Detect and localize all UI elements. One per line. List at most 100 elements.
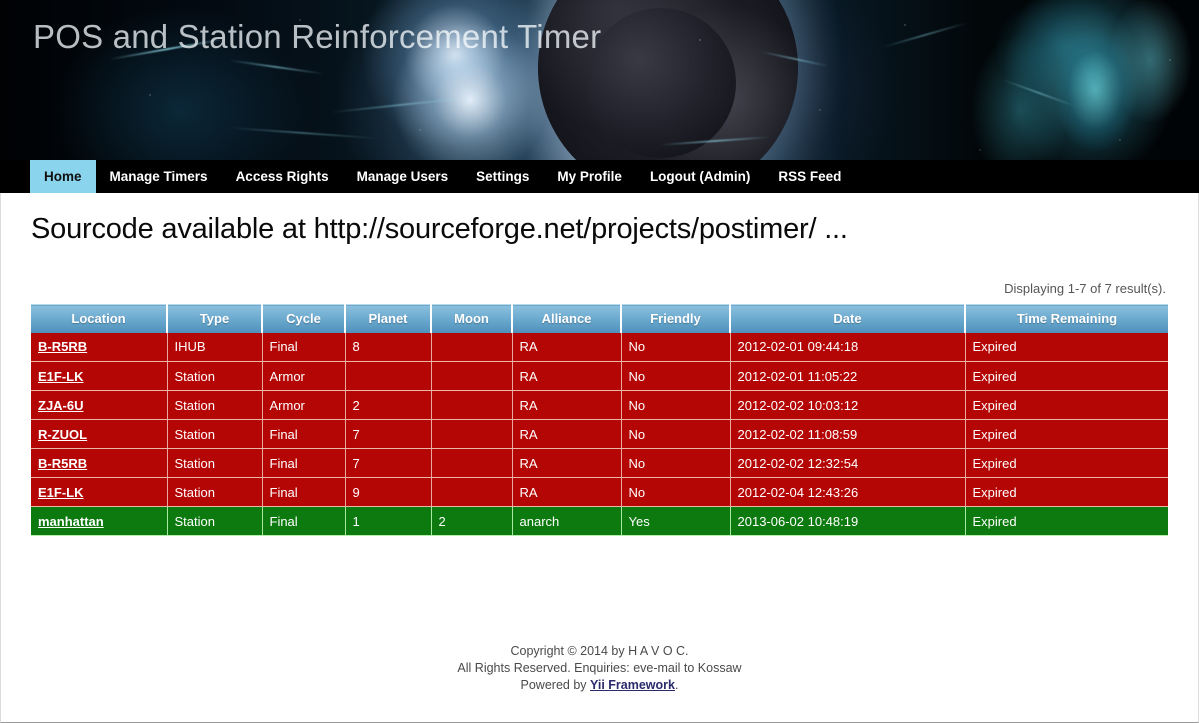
cell-planet: 2: [345, 390, 432, 420]
cell-friendly: No: [621, 390, 731, 420]
cell-planet: 7: [345, 419, 432, 449]
cell-planet: [345, 361, 432, 391]
page-root: POS and Station Reinforcement Timer Home…: [0, 0, 1199, 723]
cell-moon: [431, 361, 513, 391]
column-header-location[interactable]: Location: [31, 304, 168, 333]
cell-moon: [431, 332, 513, 362]
cell-alliance: RA: [512, 477, 622, 507]
cell-alliance: anarch: [512, 506, 622, 536]
cell-planet: 7: [345, 448, 432, 478]
table-row: B-R5RB IHUB Final 8 RA No 2012-02-01 09:44:18 E…: [31, 332, 1168, 362]
cell-alliance: RA: [512, 390, 622, 420]
cell-remaining: Expired: [965, 506, 1168, 536]
nav-item-manage-timers[interactable]: Manage Timers: [96, 160, 222, 193]
yii-framework-link[interactable]: Yii Framework: [590, 678, 675, 692]
cell-friendly: No: [621, 477, 731, 507]
cell-date: 2012-02-01 11:05:22: [730, 361, 966, 391]
nav-item-access-rights[interactable]: Access Rights: [222, 160, 343, 193]
table-row: R-ZUOL Station Final 7 RA No 2012-02-02 11:08:…: [31, 419, 1168, 449]
cell-date: 2012-02-02 11:08:59: [730, 419, 966, 449]
cell-alliance: RA: [512, 448, 622, 478]
column-header-time-remaining[interactable]: Time Remaining: [965, 304, 1168, 333]
column-header-type[interactable]: Type: [167, 304, 263, 333]
column-header-moon[interactable]: Moon: [431, 304, 513, 333]
site-footer: Copyright © 2014 by H A V O C. All Right…: [0, 643, 1199, 694]
cell-friendly: No: [621, 419, 731, 449]
cell-cycle: Armor: [262, 390, 346, 420]
footer-powered-prefix: Powered by: [520, 678, 590, 692]
table-row: manhattan Station Final 1 2 anarch Yes 2013-06-…: [31, 506, 1168, 536]
cell-cycle: Final: [262, 506, 346, 536]
cell-location: E1F-LK: [31, 361, 168, 391]
cell-cycle: Final: [262, 332, 346, 362]
cell-date: 2012-02-02 12:32:54: [730, 448, 966, 478]
column-header-friendly[interactable]: Friendly: [621, 304, 731, 333]
cell-remaining: Expired: [965, 361, 1168, 391]
cell-location: manhattan: [31, 506, 168, 536]
cell-location: R-ZUOL: [31, 419, 168, 449]
cell-date: 2012-02-02 10:03:12: [730, 390, 966, 420]
footer-copyright: Copyright © 2014 by H A V O C.: [510, 644, 689, 658]
cell-cycle: Final: [262, 477, 346, 507]
cell-remaining: Expired: [965, 448, 1168, 478]
page-title: Sourcode available at http://sourceforge…: [31, 213, 848, 245]
site-banner: POS and Station Reinforcement Timer: [0, 0, 1199, 160]
cell-moon: [431, 390, 513, 420]
nav-item-rss-feed[interactable]: RSS Feed: [764, 160, 855, 193]
cell-cycle: Armor: [262, 361, 346, 391]
table-row: B-R5RB Station Final 7 RA No 2012-02-02 12:32:…: [31, 448, 1168, 478]
cell-moon: [431, 477, 513, 507]
main-navigation: Home Manage Timers Access Rights Manage Use…: [0, 160, 1199, 193]
location-link[interactable]: E1F-LK: [38, 485, 84, 500]
table-row: ZJA-6U Station Armor 2 RA No 2012-02-02 10:03:…: [31, 390, 1168, 420]
cell-friendly: No: [621, 361, 731, 391]
cell-date: 2012-02-04 12:43:26: [730, 477, 966, 507]
cell-moon: [431, 448, 513, 478]
cell-moon: [431, 419, 513, 449]
cell-planet: 8: [345, 332, 432, 362]
cell-type: Station: [167, 448, 263, 478]
location-link[interactable]: B-R5RB: [38, 456, 87, 471]
column-header-planet[interactable]: Planet: [345, 304, 432, 333]
table-header-row: Location Type Cycle Planet Moon Alliance Frien…: [31, 304, 1168, 333]
cell-friendly: No: [621, 448, 731, 478]
results-summary: Displaying 1-7 of 7 result(s).: [1004, 281, 1166, 296]
nav-item-settings[interactable]: Settings: [462, 160, 543, 193]
cell-remaining: Expired: [965, 419, 1168, 449]
cell-alliance: RA: [512, 361, 622, 391]
site-title: POS and Station Reinforcement Timer: [33, 18, 602, 55]
nav-item-logout-admin[interactable]: Logout (Admin): [636, 160, 764, 193]
cell-type: IHUB: [167, 332, 263, 362]
timers-table: Location Type Cycle Planet Moon Alliance Frien…: [31, 304, 1168, 536]
cell-location: B-R5RB: [31, 448, 168, 478]
nav-item-home[interactable]: Home: [30, 160, 96, 193]
cell-moon: 2: [431, 506, 513, 536]
table-row: E1F-LK Station Armor RA No 2012-02-01 11:05:2…: [31, 361, 1168, 391]
column-header-date[interactable]: Date: [730, 304, 966, 333]
location-link[interactable]: ZJA-6U: [38, 398, 84, 413]
cell-type: Station: [167, 419, 263, 449]
location-link[interactable]: E1F-LK: [38, 369, 84, 384]
cell-planet: 1: [345, 506, 432, 536]
cell-location: B-R5RB: [31, 332, 168, 362]
location-link[interactable]: B-R5RB: [38, 339, 87, 354]
cell-alliance: RA: [512, 332, 622, 362]
cell-date: 2012-02-01 09:44:18: [730, 332, 966, 362]
footer-rights: All Rights Reserved. Enquiries: eve-mail…: [457, 661, 742, 675]
cell-remaining: Expired: [965, 477, 1168, 507]
location-link[interactable]: manhattan: [38, 514, 104, 529]
cell-location: E1F-LK: [31, 477, 168, 507]
cell-friendly: Yes: [621, 506, 731, 536]
footer-powered-by: Powered by Yii Framework.: [0, 677, 1199, 694]
nav-item-manage-users[interactable]: Manage Users: [343, 160, 463, 193]
cell-remaining: Expired: [965, 332, 1168, 362]
column-header-alliance[interactable]: Alliance: [512, 304, 622, 333]
cell-type: Station: [167, 361, 263, 391]
nav-item-my-profile[interactable]: My Profile: [543, 160, 636, 193]
footer-powered-suffix: .: [675, 678, 679, 692]
column-header-cycle[interactable]: Cycle: [262, 304, 346, 333]
location-link[interactable]: R-ZUOL: [38, 427, 87, 442]
cell-cycle: Final: [262, 448, 346, 478]
cell-remaining: Expired: [965, 390, 1168, 420]
cell-type: Station: [167, 506, 263, 536]
